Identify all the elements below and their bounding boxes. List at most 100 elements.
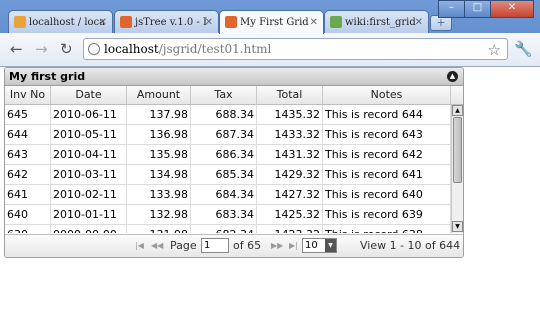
table-row[interactable]: 644 2010-05-11 136.98 687.34 1433.32 Thi… <box>5 125 451 145</box>
tab-bar: localhost / loca ✕ jsTree v.1.0 - I ✕ My… <box>0 0 540 34</box>
scrollbar-thumb[interactable] <box>453 117 462 183</box>
close-icon[interactable]: ✕ <box>99 11 107 33</box>
cell-tax: 685.34 <box>191 165 257 184</box>
browser-toolbar: ← → ↻ localhost/jsgrid/test01.html ☆ 🔧 <box>0 33 540 67</box>
close-icon[interactable]: ✕ <box>415 11 423 33</box>
col-header-tax[interactable]: Tax <box>191 86 257 104</box>
cell-inv-no: 645 <box>5 105 51 124</box>
maximize-icon[interactable]: □ <box>464 0 491 18</box>
scroll-down-icon[interactable]: ▼ <box>452 221 463 232</box>
tab-label: wiki:first_grid <box>345 17 416 28</box>
cell-amount: 131.98 <box>127 225 191 233</box>
view-range-text: View 1 - 10 of 644 <box>360 239 461 252</box>
back-icon[interactable]: ← <box>10 41 23 57</box>
cell-notes: This is record 639 <box>323 205 451 224</box>
minimize-icon[interactable]: – <box>438 0 465 18</box>
rows-per-page-value: 10 <box>305 240 318 251</box>
cell-total: 1431.32 <box>257 145 323 164</box>
chevron-down-icon: ▼ <box>325 239 336 252</box>
tab-label: localhost / loca <box>29 17 106 28</box>
cell-date: 2010-05-11 <box>51 125 127 144</box>
tab-jstree[interactable]: jsTree v.1.0 - I ✕ <box>114 10 219 33</box>
cell-date: 2010-04-11 <box>51 145 127 164</box>
cell-tax: 682.34 <box>191 225 257 233</box>
cell-notes: This is record 640 <box>323 185 451 204</box>
cell-inv-no: 641 <box>5 185 51 204</box>
table-row[interactable]: 640 2010-01-11 132.98 683.34 1425.32 Thi… <box>5 205 451 225</box>
tab-localhost[interactable]: localhost / loca ✕ <box>8 10 113 33</box>
close-icon[interactable]: ✕ <box>205 11 213 33</box>
page-count: of 65 <box>233 239 262 252</box>
cell-amount: 136.98 <box>127 125 191 144</box>
col-header-notes[interactable]: Notes <box>323 86 451 104</box>
cell-total: 1433.32 <box>257 125 323 144</box>
scroll-up-icon[interactable]: ▲ <box>452 105 463 116</box>
cell-tax: 686.34 <box>191 145 257 164</box>
table-row[interactable]: 642 2010-03-11 134.98 685.34 1429.32 Thi… <box>5 165 451 185</box>
data-grid: My first grid ▲ Inv No Date Amount Tax T… <box>4 67 464 258</box>
cell-inv-no: 644 <box>5 125 51 144</box>
tab-my-first-grid[interactable]: My First Grid ✕ <box>219 10 324 34</box>
close-window-icon[interactable]: ✕ <box>490 0 534 18</box>
cell-total: 1427.32 <box>257 185 323 204</box>
globe-icon <box>88 43 100 55</box>
window-controls: – □ ✕ <box>438 0 534 18</box>
cell-tax: 687.34 <box>191 125 257 144</box>
table-row[interactable]: 641 2010-02-11 133.98 684.34 1427.32 Thi… <box>5 185 451 205</box>
reload-icon[interactable]: ↻ <box>60 41 73 57</box>
cell-notes: This is record 638 <box>323 225 451 233</box>
page-label: Page <box>170 239 197 252</box>
prev-page-icon[interactable]: ◀◀ <box>151 240 163 252</box>
cell-inv-no: 643 <box>5 145 51 164</box>
grid-pager: |◀ ◀◀ Page 1 of 65 ▶▶ ▶| 10 ▼ View 1 - 1… <box>5 234 463 257</box>
tab-label: jsTree v.1.0 - I <box>135 17 207 28</box>
jstree-icon <box>120 16 132 28</box>
cell-total: 1423.32 <box>257 225 323 233</box>
col-header-total[interactable]: Total <box>257 86 323 104</box>
wrench-icon[interactable]: 🔧 <box>514 40 533 58</box>
url-path: /jsgrid/test01.html <box>158 42 272 56</box>
close-icon[interactable]: ✕ <box>310 11 318 34</box>
cell-tax: 683.34 <box>191 205 257 224</box>
cell-date: 2010-02-11 <box>51 185 127 204</box>
cell-tax: 684.34 <box>191 185 257 204</box>
vertical-scrollbar[interactable]: ▲ ▼ <box>451 105 463 233</box>
tab-wiki[interactable]: wiki:first_grid ✕ <box>324 10 429 33</box>
bookmark-star-icon[interactable]: ☆ <box>488 41 501 59</box>
grid-caption: My first grid ▲ <box>5 68 463 86</box>
col-header-amount[interactable]: Amount <box>127 86 191 104</box>
table-row[interactable]: 630 0000-00-00 131.98 682.34 1423.32 Thi… <box>5 225 451 233</box>
cell-amount: 135.98 <box>127 145 191 164</box>
page-input[interactable]: 1 <box>201 238 229 253</box>
cell-tax: 688.34 <box>191 105 257 124</box>
jstree-icon <box>225 16 237 28</box>
cell-date: 2010-06-11 <box>51 105 127 124</box>
cell-total: 1429.32 <box>257 165 323 184</box>
address-bar[interactable]: localhost/jsgrid/test01.html ☆ <box>83 38 508 60</box>
forward-icon[interactable]: → <box>35 41 48 57</box>
collapse-icon[interactable]: ▲ <box>447 71 458 82</box>
grid-body: 645 2010-06-11 137.98 688.34 1435.32 Thi… <box>5 105 451 233</box>
phpmyadmin-icon <box>14 16 26 28</box>
rows-per-page-select[interactable]: 10 ▼ <box>302 238 337 253</box>
table-row[interactable]: 643 2010-04-11 135.98 686.34 1431.32 Thi… <box>5 145 451 165</box>
table-row[interactable]: 645 2010-06-11 137.98 688.34 1435.32 Thi… <box>5 105 451 125</box>
column-header-row: Inv No Date Amount Tax Total Notes <box>5 86 463 105</box>
cell-total: 1425.32 <box>257 205 323 224</box>
cell-date: 2010-01-11 <box>51 205 127 224</box>
col-header-inv-no[interactable]: Inv No <box>5 86 51 104</box>
last-page-icon[interactable]: ▶| <box>289 240 298 252</box>
browser-chrome: localhost / loca ✕ jsTree v.1.0 - I ✕ My… <box>0 0 540 67</box>
cell-inv-no: 640 <box>5 205 51 224</box>
cell-date: 2010-03-11 <box>51 165 127 184</box>
next-page-icon[interactable]: ▶▶ <box>271 240 283 252</box>
first-page-icon[interactable]: |◀ <box>135 240 144 252</box>
cell-amount: 132.98 <box>127 205 191 224</box>
col-header-date[interactable]: Date <box>51 86 127 104</box>
cell-notes: This is record 644 <box>323 105 451 124</box>
cell-date: 0000-00-00 <box>51 225 127 233</box>
cell-inv-no: 630 <box>5 225 51 233</box>
cell-amount: 134.98 <box>127 165 191 184</box>
url-text: localhost/jsgrid/test01.html <box>104 42 271 56</box>
cell-notes: This is record 642 <box>323 145 451 164</box>
